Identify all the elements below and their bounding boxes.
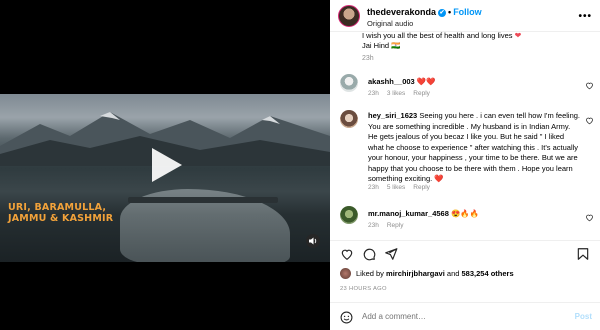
separator-dot: • xyxy=(448,7,452,17)
video-player[interactable]: URI, BARAMULLA, JAMMU & KASHMIR xyxy=(0,0,330,330)
likes-text: Liked by mirchirjbhargavi and 583,254 ot… xyxy=(356,269,514,278)
comment-text: akashh__003 ❤️❤️ xyxy=(368,77,580,88)
mute-icon[interactable] xyxy=(306,234,320,248)
likes-count[interactable]: 583,254 others xyxy=(462,269,514,278)
bridge xyxy=(128,197,278,203)
comment-likes[interactable]: 5 likes xyxy=(387,184,405,191)
verified-icon: ✔ xyxy=(438,8,447,17)
post-button[interactable]: Post xyxy=(575,312,592,321)
likes-mid: and xyxy=(444,269,462,278)
caption-text: I wish you all the best of health and lo… xyxy=(362,32,515,40)
comment-text: mr.manoj_kumar_4568 😍🔥🔥 xyxy=(368,209,580,220)
comment-likes[interactable]: 3 likes xyxy=(387,90,405,97)
play-icon[interactable] xyxy=(146,146,184,184)
comment-username[interactable]: akashh__003 xyxy=(368,77,415,86)
video-caption: URI, BARAMULLA, JAMMU & KASHMIR xyxy=(8,202,128,224)
author-username[interactable]: thedeverakonda xyxy=(367,7,436,17)
commenter-avatar[interactable] xyxy=(340,110,358,128)
add-comment-input[interactable] xyxy=(362,312,552,321)
caption-text-cut: I wish you all the best of health and lo… xyxy=(362,32,562,41)
post-header: thedeverakonda ✔ • Follow Original audio ••… xyxy=(330,0,600,32)
heart-emoji: ❤ xyxy=(514,32,522,40)
post-actions-bar xyxy=(330,240,600,266)
comment-time: 23h xyxy=(368,184,379,191)
share-icon[interactable] xyxy=(384,247,398,261)
more-options-icon[interactable]: ••• xyxy=(578,11,592,22)
commenter-avatar[interactable] xyxy=(340,74,358,92)
comment-body: Seeing you here . i can even tell how I'… xyxy=(368,111,581,183)
comment-time: 23h xyxy=(368,90,379,97)
caption-line: JAMMU & KASHMIR xyxy=(8,213,114,224)
like-icon[interactable] xyxy=(340,247,354,261)
comment-icon[interactable] xyxy=(362,247,376,261)
post-timestamp[interactable]: 23 HOURS AGO xyxy=(340,286,387,292)
comment-text: hey_siri_1623 Seeing you here . i can ev… xyxy=(368,111,580,185)
commenter-avatar[interactable] xyxy=(340,206,358,224)
caption-line2: Jai Hind 🇮🇳 xyxy=(362,41,401,50)
caption-time: 23h xyxy=(362,55,374,62)
likes-summary: Liked by mirchirjbhargavi and 583,254 ot… xyxy=(340,266,590,282)
like-comment-icon[interactable] xyxy=(585,116,594,125)
comment-username[interactable]: hey_siri_1623 xyxy=(368,111,417,120)
liker-avatar[interactable] xyxy=(340,268,351,279)
liker-username[interactable]: mirchirjbhargavi xyxy=(386,269,445,278)
reply-button[interactable]: Reply xyxy=(413,90,430,97)
add-comment-bar: Post xyxy=(330,302,600,330)
caption-line: URI, BARAMULLA, xyxy=(8,202,107,213)
comment-meta: 23h 3 likes Reply xyxy=(368,90,438,97)
author-line: thedeverakonda ✔ • Follow xyxy=(367,7,482,17)
comment-username[interactable]: mr.manoj_kumar_4568 xyxy=(368,209,449,218)
instagram-post-modal: URI, BARAMULLA, JAMMU & KASHMIR thedever… xyxy=(0,0,600,330)
like-comment-icon[interactable] xyxy=(585,81,594,90)
like-comment-icon[interactable] xyxy=(585,213,594,222)
comment-time: 23h xyxy=(368,222,379,229)
comment-meta: 23h Reply xyxy=(368,222,411,229)
reply-button[interactable]: Reply xyxy=(413,184,430,191)
bookmark-icon[interactable] xyxy=(576,247,590,261)
comment-meta: 23h 5 likes Reply xyxy=(368,184,438,191)
follow-button[interactable]: Follow xyxy=(453,7,482,17)
comments-list[interactable]: I wish you all the best of health and lo… xyxy=(330,32,600,238)
emoji-icon[interactable] xyxy=(340,311,353,324)
reply-button[interactable]: Reply xyxy=(387,222,404,229)
comment-body: 😍🔥🔥 xyxy=(450,209,479,218)
author-avatar[interactable] xyxy=(338,5,360,27)
likes-prefix: Liked by xyxy=(356,269,387,278)
post-details-panel: thedeverakonda ✔ • Follow Original audio ••… xyxy=(330,0,600,330)
comment-body: ❤️❤️ xyxy=(416,77,436,86)
original-audio-link[interactable]: Original audio xyxy=(367,19,413,28)
